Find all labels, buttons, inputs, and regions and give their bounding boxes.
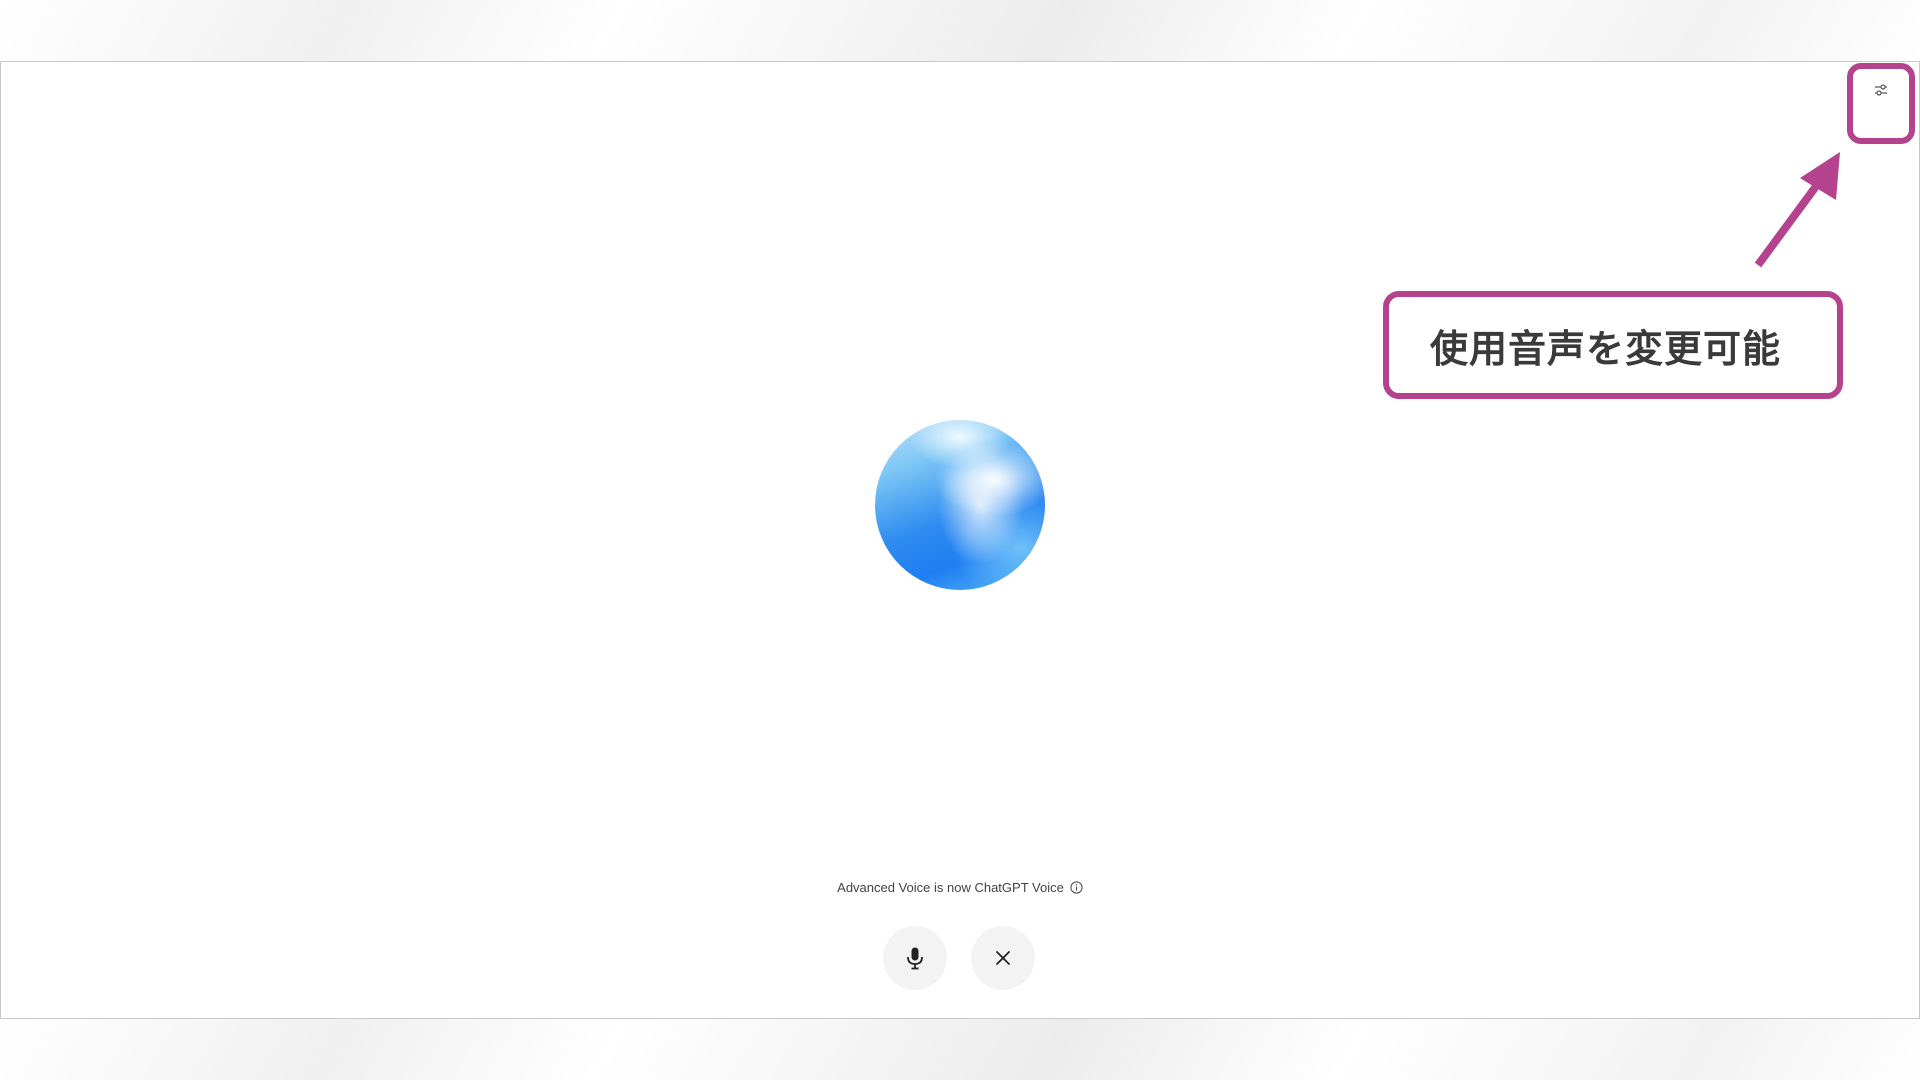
annotation-callout: 使用音声を変更可能 [1383, 291, 1843, 399]
callout-text: 使用音声を変更可能 [1430, 326, 1782, 371]
voice-notice: Advanced Voice is now ChatGPT Voice [0, 880, 1920, 895]
close-icon [996, 951, 1010, 965]
annotation-arrow [1754, 152, 1840, 268]
slide-background-top [0, 0, 1920, 61]
end-voice-button[interactable] [971, 926, 1035, 990]
microphone-icon [907, 947, 923, 970]
microphone-button[interactable] [883, 926, 947, 990]
slide-background-bottom [0, 1018, 1920, 1080]
info-icon[interactable] [1070, 881, 1083, 894]
settings-highlight-box [1847, 63, 1915, 144]
voice-orb [875, 420, 1045, 590]
voice-notice-text: Advanced Voice is now ChatGPT Voice [837, 880, 1064, 895]
